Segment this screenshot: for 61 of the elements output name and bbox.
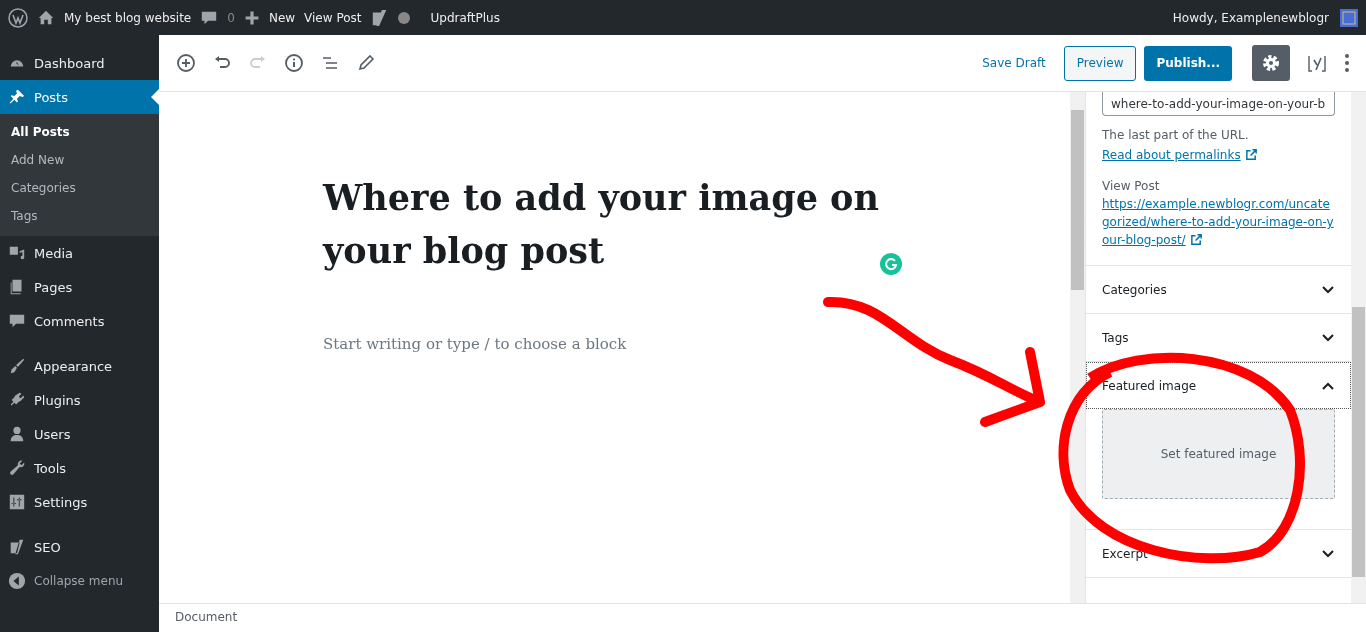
menu-item[interactable]: Pages <box>0 270 159 304</box>
settings-button[interactable] <box>1252 45 1290 81</box>
avatar-icon[interactable] <box>1340 8 1358 27</box>
save-draft-button[interactable]: Save Draft <box>976 50 1052 76</box>
menu-item[interactable]: Settings <box>0 485 159 519</box>
panel-header[interactable]: Categories <box>1086 266 1351 313</box>
preview-button[interactable]: Preview <box>1063 45 1137 81</box>
wrench-icon <box>8 459 26 477</box>
info-icon[interactable] <box>284 53 304 73</box>
slug-field[interactable]: where-to-add-your-image-on-your-b <box>1102 92 1335 116</box>
submenu-item[interactable]: Categories <box>0 175 159 203</box>
yoast-icon <box>8 538 26 556</box>
submenu-item[interactable]: All Posts <box>0 119 159 147</box>
collapse-menu-button[interactable]: Collapse menu <box>0 564 159 598</box>
breadcrumb-text[interactable]: Document <box>175 610 238 624</box>
menu-item[interactable]: Tools <box>0 451 159 485</box>
slug-help-text: The last part of the URL. Read about permalinks <box>1102 125 1335 165</box>
new-link[interactable]: New <box>268 10 296 25</box>
greeting-link[interactable]: Howdy, Examplenewblogr <box>1172 10 1329 25</box>
sliders-icon <box>8 493 26 511</box>
menu-item[interactable]: SEO <box>0 530 159 564</box>
media-icon <box>8 244 26 262</box>
menu-item[interactable]: Comments <box>0 304 159 338</box>
pencil-icon[interactable] <box>356 53 376 73</box>
post-title[interactable]: Where to add your image on your blog post <box>323 172 893 277</box>
gear-icon <box>1261 53 1281 73</box>
menu-item[interactable]: Appearance <box>0 349 159 383</box>
menu-item[interactable]: Users <box>0 417 159 451</box>
wordpress-logo-icon[interactable] <box>8 7 28 28</box>
permalinks-link[interactable]: Read about permalinks <box>1102 148 1258 162</box>
home-icon[interactable] <box>37 8 55 27</box>
add-block-icon[interactable] <box>176 53 196 73</box>
menu-item[interactable]: Dashboard <box>0 46 159 80</box>
submenu-item[interactable]: Add New <box>0 147 159 175</box>
set-featured-image-button[interactable]: Set featured image <box>1102 409 1335 499</box>
user-icon <box>8 425 26 443</box>
yoast-icon[interactable] <box>370 7 389 28</box>
post-url-link[interactable]: https://example.newblogr.com/uncategorized/where-to-add-your-image-on-your-blog-post/ <box>1102 195 1335 249</box>
external-link-icon <box>1189 233 1203 246</box>
site-name-link[interactable]: My best blog website <box>64 10 192 25</box>
view-post-link[interactable]: View Post <box>304 10 362 25</box>
menu-item[interactable]: Posts <box>0 80 159 114</box>
block-placeholder[interactable]: Start writing or type / to choose a block <box>323 335 893 353</box>
external-link-icon <box>1244 148 1258 161</box>
brush-icon <box>8 357 26 375</box>
menu-item[interactable]: Plugins <box>0 383 159 417</box>
more-options-icon[interactable] <box>1344 53 1350 73</box>
collapse-icon <box>8 572 26 590</box>
sidebar-scrollbar[interactable] <box>1351 92 1366 603</box>
pin-icon <box>8 88 26 106</box>
comment-count: 0 <box>227 10 235 25</box>
menu-item[interactable]: Media <box>0 236 159 270</box>
publish-button[interactable]: Publish... <box>1144 45 1232 81</box>
submenu-item[interactable]: Tags <box>0 203 159 231</box>
status-dot-icon <box>397 11 410 24</box>
editor-scrollbar[interactable] <box>1070 92 1085 603</box>
panel-header[interactable]: Tags <box>1086 314 1351 361</box>
view-post-label: View Post <box>1102 178 1161 195</box>
panel-header[interactable]: Featured image <box>1086 362 1351 409</box>
plus-icon[interactable] <box>243 9 260 26</box>
updraftplus-link[interactable]: UpdraftPlus <box>430 10 500 25</box>
